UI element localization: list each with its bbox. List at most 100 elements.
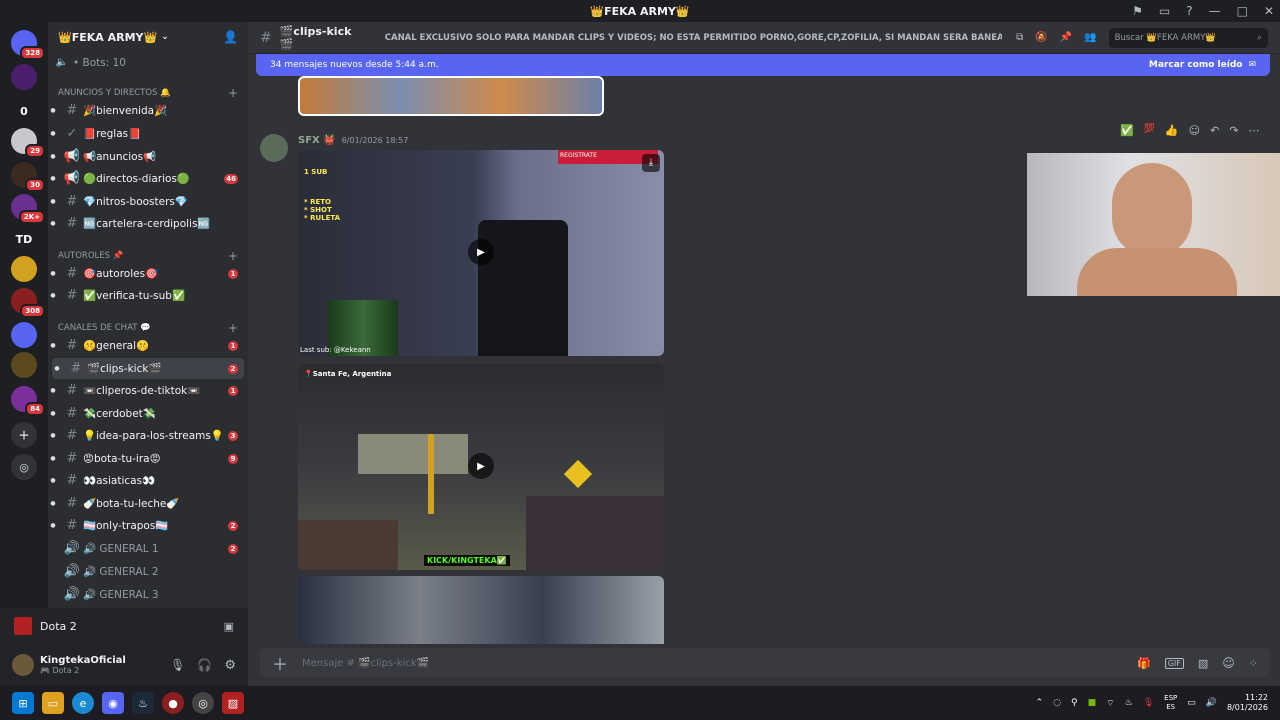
check-reaction-icon[interactable]: ✅	[1120, 124, 1134, 137]
previous-image[interactable]	[298, 76, 604, 116]
server-icon[interactable]: 308	[11, 288, 45, 318]
new-messages-bar[interactable]: 34 mensajes nuevos desde 5:44 a.m. Marca…	[256, 54, 1270, 76]
invite-icon[interactable]: 👤	[223, 30, 238, 44]
close-button[interactable]: ✕	[1264, 4, 1274, 18]
emoji-icon[interactable]: ☺	[1222, 656, 1235, 670]
discover-icon[interactable]: ◎	[11, 454, 37, 480]
tray-display-icon[interactable]: ▭	[1187, 698, 1196, 708]
server-icon[interactable]	[11, 352, 37, 378]
sidebar-channel[interactable]: 🔊 🔊 GENERAL 3	[48, 584, 244, 605]
server-icon[interactable]	[11, 64, 37, 90]
sidebar-channel[interactable]: ● # 💸cerdobet💸	[48, 403, 244, 424]
dota-taskbar-icon[interactable]: ▨	[222, 692, 244, 714]
add-channel-icon[interactable]: +	[228, 249, 238, 263]
headphones-icon[interactable]: 🎧	[197, 658, 212, 672]
screen-share-icon[interactable]: ▭	[1159, 4, 1170, 18]
category-announcements[interactable]: ANUNCIOS Y DIRECTOS 🔔 +	[58, 86, 238, 100]
sidebar-channel[interactable]: ● # 🤫general🤫 1	[48, 335, 244, 356]
tray-volume-icon[interactable]: 🔊	[1206, 698, 1217, 708]
sidebar-channel[interactable]: ● ✓ 📕reglas📕	[48, 123, 244, 144]
server-icon[interactable]: 328	[11, 30, 45, 60]
obs-icon[interactable]: ●	[162, 692, 184, 714]
mark-read-button[interactable]: Marcar como leído	[1149, 60, 1243, 70]
server-icon[interactable]: 0	[11, 98, 37, 124]
edge-icon[interactable]: e	[72, 692, 94, 714]
mute-icon[interactable]: 🔕	[1035, 32, 1047, 43]
server-icon[interactable]: 84	[11, 386, 45, 416]
server-icon[interactable]	[11, 256, 37, 282]
sidebar-channel[interactable]: 🔊 🔊 GENERAL 2	[48, 561, 244, 582]
sidebar-channel[interactable]: ● # 📼cliperos-de-tiktok📼 1	[48, 380, 244, 401]
add-reaction-icon[interactable]: ☺	[1189, 124, 1200, 137]
sidebar-channel[interactable]: ● # 😡bota-tu-ira😡 9	[48, 448, 244, 469]
sidebar-channel[interactable]: ● # 🍼bota-tu-leche🍼	[48, 493, 244, 514]
server-icon[interactable]: 30	[11, 162, 45, 192]
inbox-icon[interactable]: ⚑	[1132, 4, 1143, 18]
sidebar-channel[interactable]: ● # 🎉bienvenida🎉	[48, 100, 244, 121]
sidebar-channel[interactable]: ● # 🎬clips-kick🎬 2	[52, 358, 244, 379]
video-attachment-2[interactable]: 📍Santa Fe, Argentina ▶ KICK/KINGTEKA✅	[298, 364, 664, 570]
minimize-button[interactable]: —	[1209, 4, 1221, 18]
add-channel-icon[interactable]: +	[228, 86, 238, 100]
thumbs-up-icon[interactable]: 👍	[1165, 124, 1179, 137]
sidebar-channel[interactable]: ● # 🎯autoroles🎯 1	[48, 263, 244, 284]
voice-status[interactable]: Dota 2 ▣	[0, 608, 248, 644]
pin-icon[interactable]: 📌	[1060, 32, 1072, 43]
apps-icon[interactable]: ⁘	[1249, 657, 1258, 670]
video-attachment-3[interactable]	[298, 576, 664, 644]
gif-icon[interactable]: GIF	[1164, 657, 1184, 669]
sidebar-channel[interactable]: ● 📢 📢anuncios📢	[48, 146, 244, 167]
sidebar-channel[interactable]: ● # 👀asiaticas👀	[48, 470, 244, 491]
server-icon[interactable]	[11, 322, 37, 348]
sidebar-channel[interactable]: ● # 💡idea-para-los-streams💡 3	[48, 425, 244, 446]
sticker-icon[interactable]: ▧	[1198, 657, 1208, 670]
add-server-icon[interactable]: ＋	[11, 422, 37, 448]
tray-steam-icon[interactable]: ♨	[1125, 698, 1133, 708]
reply-icon[interactable]: ↶	[1210, 124, 1219, 137]
members-icon[interactable]: 👥	[1084, 32, 1096, 43]
100-reaction-icon[interactable]: 💯	[1144, 124, 1155, 137]
sidebar-channel[interactable]: ● # 🏳️‍⚧️only-trapos🏳️‍⚧️ 2	[48, 515, 244, 536]
folder-icon[interactable]: ▭	[42, 692, 64, 714]
more-icon[interactable]: ⋯	[1249, 124, 1260, 137]
threads-icon[interactable]: ⧉	[1016, 32, 1023, 43]
sidebar-channel[interactable]: ● # 💎nitros-boosters💎	[48, 191, 244, 212]
help-icon[interactable]: ?	[1186, 4, 1192, 18]
message-input[interactable]: Mensaje # 🎬clips-kick🎬	[302, 658, 429, 669]
tray-nvidia-icon[interactable]: ■	[1088, 698, 1097, 708]
gift-icon[interactable]: 🎁	[1137, 657, 1151, 670]
message-author[interactable]: SFX 👹	[298, 135, 336, 146]
maximize-button[interactable]: □	[1237, 4, 1248, 18]
server-icon[interactable]: 2K+	[11, 194, 45, 224]
server-icon[interactable]: TD	[11, 226, 37, 252]
language-indicator[interactable]: ESP ES	[1164, 694, 1177, 712]
category-autoroles[interactable]: AUTOROLES 📌 +	[58, 249, 238, 263]
screen-icon[interactable]: ▣	[224, 620, 234, 633]
settings-icon[interactable]: ⚙	[224, 658, 236, 673]
sidebar-channel[interactable]: ● # 🆖cartelera-cerdipolis🆖	[48, 213, 244, 234]
category-chat[interactable]: CANALES DE CHAT 💬 +	[58, 321, 238, 335]
steam-icon[interactable]: ♨	[132, 692, 154, 714]
mic-icon[interactable]: 🎙	[170, 658, 185, 672]
app-icon[interactable]: ◎	[192, 692, 214, 714]
tray-mic-icon[interactable]: 🎙	[1143, 698, 1154, 708]
video-attachment-1[interactable]: 1 SUB * RETO * SHOT * RULETA REGISTRATE …	[298, 150, 664, 356]
download-icon[interactable]: ⤓	[642, 154, 660, 172]
server-header[interactable]: 👑FEKA ARMY👑 ⌄ 👤	[48, 22, 248, 52]
search-input[interactable]: Buscar 👑FEKA ARMY👑 ⌕	[1108, 27, 1268, 48]
tray-wifi-icon[interactable]: ⌔	[1106, 698, 1114, 709]
channel-topic[interactable]: CANAL EXCLUSIVO SOLO PARA MANDAR CLIPS Y…	[385, 33, 1002, 43]
forward-icon[interactable]: ↷	[1229, 124, 1238, 137]
attach-icon[interactable]: ＋	[272, 651, 288, 675]
tray-chevron-icon[interactable]: ⌃	[1036, 698, 1044, 708]
server-icon[interactable]: 29	[11, 128, 45, 158]
message-avatar[interactable]	[260, 134, 288, 162]
avatar[interactable]	[12, 654, 34, 676]
start-icon[interactable]: ⊞	[12, 692, 34, 714]
tray-network-icon[interactable]: ⚲	[1071, 698, 1078, 708]
sidebar-channel[interactable]: ● # ✅verifica-tu-sub✅	[48, 285, 244, 306]
play-button[interactable]: ▶	[468, 453, 494, 479]
add-channel-icon[interactable]: +	[228, 321, 238, 335]
play-button[interactable]: ▶	[468, 239, 494, 265]
clock[interactable]: 11:22 8/01/2026	[1227, 693, 1268, 713]
